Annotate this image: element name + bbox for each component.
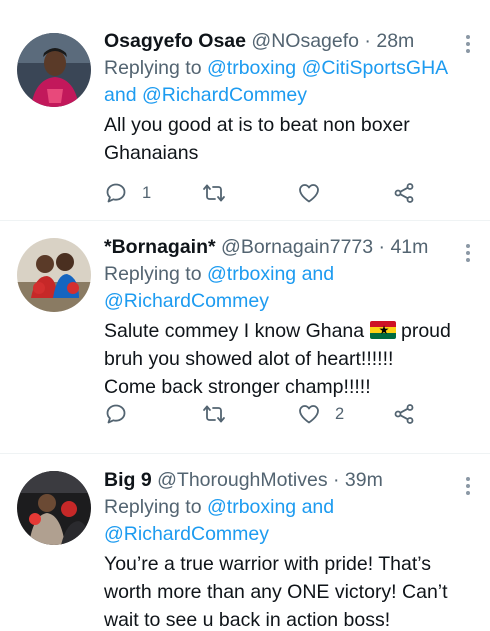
tweet-header: Big 9 @ThoroughMotives · 39m [104,467,476,493]
mention-link[interactable]: @CitiSportsGHA [302,57,449,79]
tweet-header: *Bornagain* @Bornagain7773 · 41m [104,234,476,260]
mention-join[interactable]: and [302,496,335,518]
user-handle[interactable]: @NOsagefo [251,30,359,52]
tweet-content: Big 9 @ThoroughMotives · 39m Replying to… [104,467,476,631]
tweet-text-line: Salute commey I know Ghana [104,320,365,342]
tweet-actions: 2 [104,399,424,429]
user-handle[interactable]: @Bornagain7773 [221,236,373,258]
like-count: 2 [335,404,345,423]
tweet-text-line: worth more than any ONE victory! Can’t [104,581,448,603]
tweet-text-line: bruh you showed alot of heart!!!!!! [104,348,394,370]
tweet-text: Salute commey I know Ghana ★ proud bruh … [104,317,476,401]
tweet-text: You’re a true warrior with pride! That’s… [104,550,476,631]
replying-to: Replying to @trboxing and @RichardCommey [104,494,476,548]
tweet-text-line: Ghanaians [104,142,199,164]
display-name[interactable]: Big 9 [104,469,152,491]
mention-link[interactable]: @trboxing [207,263,296,285]
share-button[interactable] [392,399,416,429]
tweet-content: Osagyefo Osae @NOsagefo · 28m Replying t… [104,28,476,167]
tweet-content: *Bornagain* @Bornagain7773 · 41m Replyin… [104,234,476,401]
tweet-text-line: Come back stronger champ!!!!! [104,376,371,398]
like-button[interactable] [297,178,321,208]
timestamp[interactable]: 28m [376,30,414,52]
reply-button[interactable] [104,399,128,429]
tweet-actions: 1 [104,178,424,208]
display-name[interactable]: Osagyefo Osae [104,30,246,52]
tweet[interactable]: *Bornagain* @Bornagain7773 · 41m Replyin… [0,221,490,454]
avatar[interactable] [17,238,91,312]
tweet-header: Osagyefo Osae @NOsagefo · 28m [104,28,476,54]
replying-to: Replying to @trboxing @CitiSportsGHA and… [104,55,476,109]
mention-link[interactable]: @RichardCommey [142,84,307,106]
avatar-image [17,33,91,107]
reply-button[interactable]: 1 [104,178,151,208]
retweet-icon [203,184,225,202]
tweet-text-line: All you good at is to beat non boxer [104,114,410,136]
avatar[interactable] [17,33,91,107]
reply-icon [106,404,126,424]
mention-link[interactable]: @RichardCommey [104,290,269,312]
tweet[interactable]: Osagyefo Osae @NOsagefo · 28m Replying t… [0,0,490,221]
tweet-text-line: proud [400,320,451,342]
user-handle[interactable]: @ThoroughMotives [157,469,327,491]
heart-icon [299,184,319,203]
ghana-flag-icon: ★ [369,321,396,339]
replying-label: Replying to [104,263,202,285]
timestamp[interactable]: 39m [345,469,383,491]
replying-label: Replying to [104,496,202,518]
mention-join[interactable]: and [302,263,335,285]
mention-join[interactable]: and [104,84,137,106]
replying-label: Replying to [104,57,202,79]
mention-link[interactable]: @trboxing [207,496,296,518]
tweet-text-line: wait to see u back in action boss! [104,609,391,631]
share-icon [394,183,414,203]
reply-count: 1 [142,183,152,202]
retweet-button[interactable] [202,178,226,208]
reply-feed: Osagyefo Osae @NOsagefo · 28m Replying t… [0,0,490,631]
mention-link[interactable]: @trboxing [207,57,296,79]
avatar[interactable] [17,471,91,545]
share-button[interactable] [392,178,416,208]
timestamp[interactable]: 41m [390,236,428,258]
avatar-image [17,238,91,312]
tweet-text: All you good at is to beat non boxer Gha… [104,111,476,167]
tweet[interactable]: Big 9 @ThoroughMotives · 39m Replying to… [0,454,490,631]
separator: · [378,236,386,258]
tweet-text-line: You’re a true warrior with pride! That’s [104,553,431,575]
retweet-icon [203,405,225,423]
like-button[interactable]: 2 [297,399,344,429]
heart-icon [299,405,319,424]
display-name[interactable]: *Bornagain* [104,236,216,258]
share-icon [394,404,414,424]
mention-link[interactable]: @RichardCommey [104,523,269,545]
avatar-image [17,471,91,545]
separator: · [333,469,340,491]
separator: · [364,30,371,52]
reply-icon [106,183,126,203]
replying-to: Replying to @trboxing and @RichardCommey [104,261,476,315]
retweet-button[interactable] [202,399,226,429]
